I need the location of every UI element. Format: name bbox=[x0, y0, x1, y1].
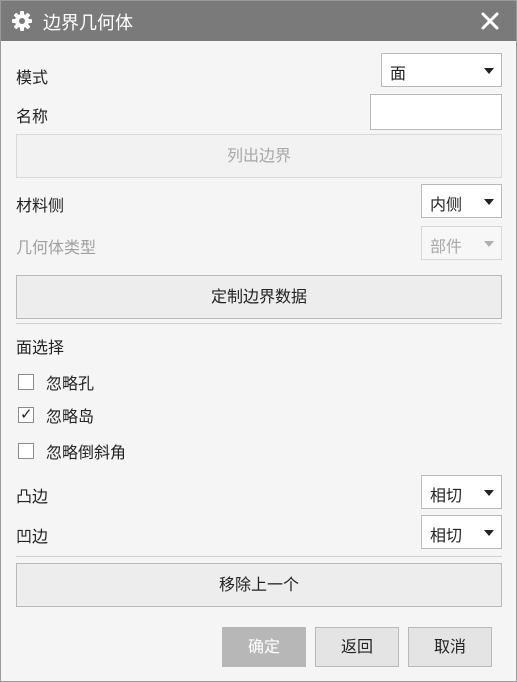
convex-edge-label: 凸边 bbox=[16, 487, 49, 506]
material-side-value: 内侧 bbox=[430, 195, 463, 214]
divider bbox=[16, 323, 502, 324]
chevron-down-icon bbox=[484, 241, 494, 247]
material-side-select[interactable]: 内侧 bbox=[421, 184, 502, 218]
name-label: 名称 bbox=[16, 107, 49, 126]
chevron-down-icon bbox=[484, 490, 494, 496]
chevron-down-icon bbox=[484, 199, 494, 205]
face-selection-heading: 面选择 bbox=[16, 338, 65, 357]
remove-previous-button[interactable]: 移除上一个 bbox=[16, 563, 502, 607]
mode-value: 面 bbox=[390, 64, 407, 83]
chevron-down-icon bbox=[484, 530, 494, 536]
checkmark-icon: ✓ bbox=[20, 405, 33, 423]
boundary-geometry-dialog: 边界几何体 模式 面 名称 列出边界 材料侧 内侧 几何体类型 部件 定制边界数… bbox=[0, 0, 517, 682]
concave-edge-label: 凹边 bbox=[16, 527, 49, 546]
mode-select[interactable]: 面 bbox=[381, 53, 502, 87]
convex-edge-select[interactable]: 相切 bbox=[421, 475, 502, 509]
geometry-type-value: 部件 bbox=[430, 237, 463, 256]
ignore-holes-label: 忽略孔 bbox=[46, 374, 95, 393]
concave-edge-select[interactable]: 相切 bbox=[421, 515, 502, 549]
list-boundary-button[interactable]: 列出边界 bbox=[16, 134, 502, 178]
divider bbox=[16, 556, 502, 557]
ignore-islands-label: 忽略岛 bbox=[46, 407, 95, 426]
gear-icon bbox=[11, 10, 33, 32]
close-icon[interactable] bbox=[476, 7, 504, 35]
ignore-chamfers-label: 忽略倒斜角 bbox=[46, 443, 127, 462]
dialog-title: 边界几何体 bbox=[43, 13, 133, 34]
chevron-down-icon bbox=[484, 68, 494, 74]
ignore-islands-checkbox[interactable]: ✓ bbox=[18, 405, 34, 423]
ignore-chamfers-checkbox[interactable] bbox=[18, 443, 34, 459]
geometry-type-select[interactable]: 部件 bbox=[421, 226, 502, 260]
convex-edge-value: 相切 bbox=[430, 486, 463, 505]
concave-edge-value: 相切 bbox=[430, 526, 463, 545]
cancel-button[interactable]: 取消 bbox=[408, 627, 492, 667]
back-button[interactable]: 返回 bbox=[315, 627, 399, 667]
mode-label: 模式 bbox=[16, 68, 49, 87]
material-side-label: 材料侧 bbox=[16, 196, 65, 215]
geometry-type-label: 几何体类型 bbox=[16, 238, 97, 257]
title-bar[interactable]: 边界几何体 bbox=[1, 1, 516, 41]
name-input[interactable] bbox=[370, 94, 502, 130]
ignore-holes-checkbox[interactable] bbox=[18, 374, 34, 390]
ok-button[interactable]: 确定 bbox=[222, 627, 306, 667]
custom-boundary-data-button[interactable]: 定制边界数据 bbox=[16, 275, 502, 319]
